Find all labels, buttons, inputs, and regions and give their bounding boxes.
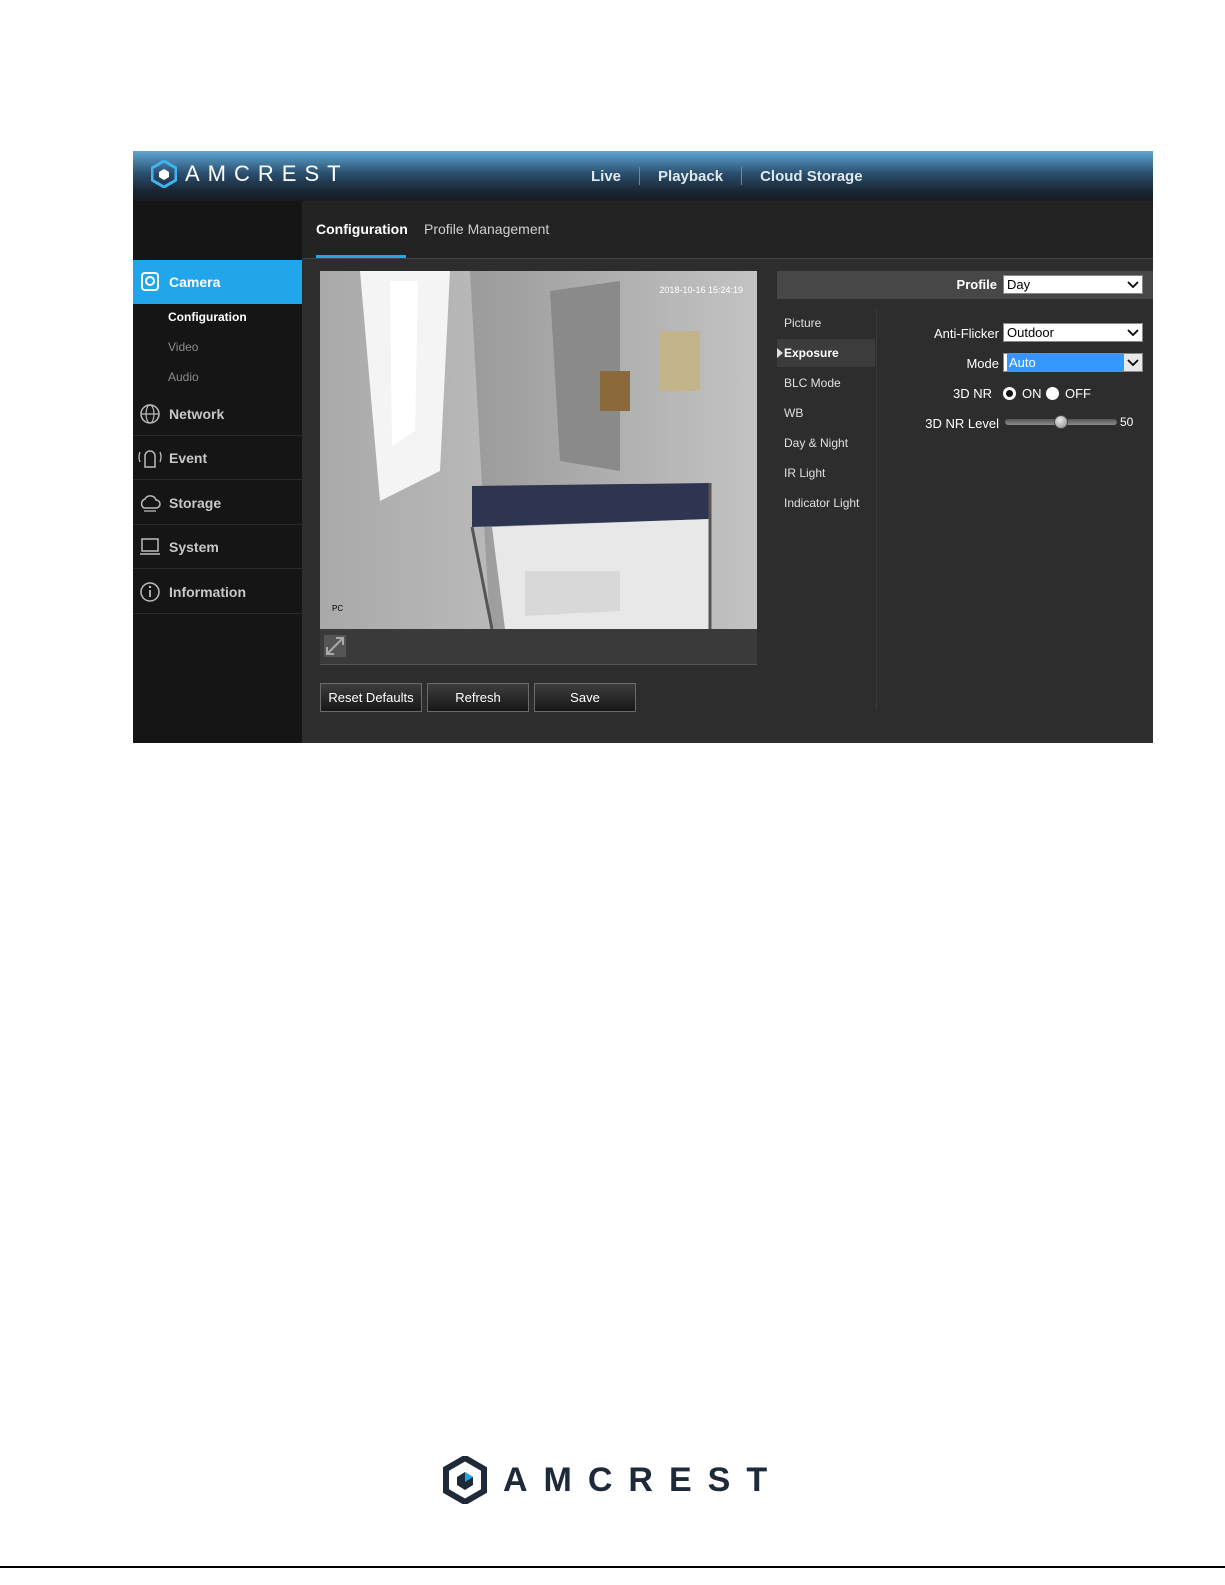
active-tab-indicator <box>316 255 406 258</box>
sidebar-item-storage[interactable]: Storage <box>133 481 302 525</box>
reset-defaults-button[interactable]: Reset Defaults <box>320 683 422 712</box>
footer-logo-text: AMCREST <box>503 1460 784 1499</box>
amcrest-hexagon-icon <box>443 1456 487 1504</box>
sidebar-item-label: Event <box>169 449 208 466</box>
nav-live[interactable]: Live <box>573 168 639 185</box>
sidebar-subitem-configuration[interactable]: Configuration <box>168 310 247 324</box>
page-bottom-rule <box>0 1566 1225 1568</box>
camera-feed-image <box>320 271 757 629</box>
network-icon <box>137 401 163 427</box>
sidebar-subitem-video[interactable]: Video <box>168 340 198 354</box>
save-button[interactable]: Save <box>534 683 636 712</box>
sidebar-item-information[interactable]: Information <box>133 570 302 614</box>
category-exposure[interactable]: Exposure <box>777 339 875 367</box>
chevron-down-icon <box>1124 354 1142 371</box>
3d-nr-level-value: 50 <box>1120 415 1134 429</box>
sidebar-item-camera[interactable]: Camera <box>133 260 312 304</box>
event-alarm-icon <box>137 445 163 471</box>
fullscreen-icon[interactable] <box>324 635 346 662</box>
3d-nr-label: 3D NR <box>952 386 992 401</box>
slider-thumb[interactable] <box>1054 415 1068 429</box>
category-blc-mode[interactable]: BLC Mode <box>777 369 875 397</box>
refresh-button[interactable]: Refresh <box>427 683 529 712</box>
information-icon <box>137 579 163 605</box>
3d-nr-off-radio[interactable] <box>1046 387 1059 400</box>
system-monitor-icon <box>137 534 163 560</box>
category-wb[interactable]: WB <box>777 399 875 427</box>
profile-bar: Profile Day <box>777 271 1153 299</box>
sidebar-item-label: Network <box>169 405 225 422</box>
3d-nr-off-label: OFF <box>1065 386 1091 401</box>
mode-select[interactable]: Auto <box>1003 353 1143 372</box>
footer-amcrest-logo: AMCREST <box>443 1456 783 1504</box>
anti-flicker-label: Anti-Flicker <box>933 326 999 341</box>
sidebar-item-label: Camera <box>169 274 221 290</box>
sidebar-subitem-audio[interactable]: Audio <box>168 370 199 384</box>
sidebar: Camera Configuration Video Audio Network… <box>133 201 312 743</box>
tab-configuration[interactable]: Configuration <box>316 221 408 237</box>
selected-arrow-icon <box>777 348 783 358</box>
chevron-down-icon <box>1124 324 1142 341</box>
category-label: Exposure <box>784 346 839 360</box>
3d-nr-on-label: ON <box>1022 386 1042 401</box>
sidebar-item-network[interactable]: Network <box>133 392 302 436</box>
anti-flicker-value: Outdoor <box>1007 325 1054 340</box>
sidebar-item-event[interactable]: Event <box>133 436 302 480</box>
profile-select-value: Day <box>1007 277 1031 292</box>
subtab-bar: Configuration Profile Management <box>302 201 1153 259</box>
category-day-night[interactable]: Day & Night <box>777 429 875 457</box>
camera-web-ui: AMCREST Live Playback Cloud Storage Came… <box>133 151 1153 743</box>
mode-value: Auto <box>1007 354 1127 371</box>
storage-cloud-icon <box>137 490 163 516</box>
category-list: Picture Exposure BLC Mode WB Day & Night… <box>777 309 877 709</box>
category-picture[interactable]: Picture <box>777 309 875 337</box>
category-indicator-light[interactable]: Indicator Light <box>777 489 875 517</box>
amcrest-logo: AMCREST <box>151 160 349 188</box>
amcrest-hexagon-icon <box>151 160 177 188</box>
document-page: AMCREST Live Playback Cloud Storage Came… <box>0 0 1225 1585</box>
tab-profile-management[interactable]: Profile Management <box>424 221 549 237</box>
top-nav: Live Playback Cloud Storage <box>573 151 881 201</box>
video-channel-label: PC <box>332 604 344 613</box>
sidebar-item-label: System <box>169 538 219 555</box>
sidebar-item-label: Storage <box>169 494 222 511</box>
mode-label: Mode <box>966 356 999 371</box>
nav-playback[interactable]: Playback <box>640 168 741 185</box>
video-preview: 2018-10-16 15:24:19 PC <box>320 271 757 629</box>
chevron-down-icon <box>1124 276 1142 293</box>
camera-icon <box>137 269 163 295</box>
video-toolbar <box>320 629 757 665</box>
profile-label: Profile <box>956 277 997 292</box>
top-bar: AMCREST Live Playback Cloud Storage <box>133 151 1153 201</box>
profile-select[interactable]: Day <box>1003 275 1143 294</box>
3d-nr-on-radio[interactable] <box>1003 387 1016 400</box>
main-content: Configuration Profile Management 2018-10… <box>302 201 1153 743</box>
settings-panel: Profile Day Picture Exposure BLC Mode WB… <box>777 271 1153 721</box>
anti-flicker-select[interactable]: Outdoor <box>1003 323 1143 342</box>
sidebar-item-system[interactable]: System <box>133 525 302 569</box>
video-timestamp: 2018-10-16 15:24:19 <box>659 285 743 295</box>
logo-text: AMCREST <box>185 161 349 186</box>
3d-nr-level-label: 3D NR Level <box>925 416 999 431</box>
nav-cloud-storage[interactable]: Cloud Storage <box>742 168 881 185</box>
sidebar-item-label: Information <box>169 583 246 600</box>
category-ir-light[interactable]: IR Light <box>777 459 875 487</box>
